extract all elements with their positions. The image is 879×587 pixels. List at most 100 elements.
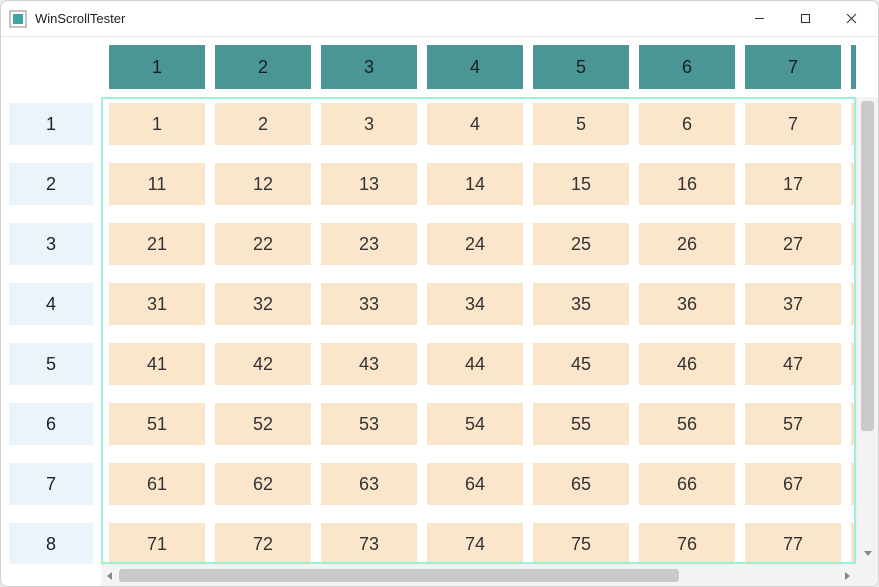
column-header[interactable]: 3 [321,45,417,89]
grid-cell[interactable]: 12 [215,163,311,205]
grid-cell[interactable]: 14 [427,163,523,205]
row-headers: 1 2 3 4 5 6 7 8 [1,97,101,564]
grid-cell[interactable]: 55 [533,403,629,445]
row-header[interactable]: 1 [9,103,93,145]
minimize-button[interactable] [736,4,782,34]
scrollbar-corner [856,564,878,586]
row-header[interactable]: 4 [9,283,93,325]
row-header[interactable]: 5 [9,343,93,385]
grid-cell[interactable]: 57 [745,403,841,445]
scroll-right-arrow-icon[interactable] [838,565,856,586]
table-row: 11 12 13 14 15 16 17 [109,163,848,205]
grid-body[interactable]: 1 2 3 4 5 6 7 11 12 13 14 15 [101,97,856,564]
column-header[interactable]: 2 [215,45,311,89]
grid-cell[interactable]: 43 [321,343,417,385]
table-row: 61 62 63 64 65 66 67 [109,463,848,505]
grid-cell[interactable]: 37 [745,283,841,325]
grid-cell[interactable]: 52 [215,403,311,445]
grid-cell[interactable]: 67 [745,463,841,505]
grid-cell[interactable]: 45 [533,343,629,385]
vertical-scroll-thumb[interactable] [861,101,874,431]
grid-cell[interactable]: 76 [639,523,735,564]
grid-cell[interactable]: 2 [215,103,311,145]
grid-cell[interactable]: 3 [321,103,417,145]
grid-cell[interactable]: 25 [533,223,629,265]
grid-cell[interactable]: 47 [745,343,841,385]
grid-cell[interactable]: 75 [533,523,629,564]
grid-cell[interactable]: 72 [215,523,311,564]
grid-cell[interactable]: 77 [745,523,841,564]
window-title: WinScrollTester [35,11,125,26]
vertical-scrollbar[interactable] [856,97,878,564]
grid-cell[interactable]: 61 [109,463,205,505]
grid-cell[interactable]: 6 [639,103,735,145]
scroll-left-arrow-icon[interactable] [101,565,119,586]
column-header[interactable]: 6 [639,45,735,89]
row-header[interactable]: 6 [9,403,93,445]
column-header[interactable]: 5 [533,45,629,89]
grid-cell[interactable]: 44 [427,343,523,385]
horizontal-scrollbar[interactable] [101,564,856,586]
table-row: 31 32 33 34 35 36 37 [109,283,848,325]
grid-cell[interactable]: 53 [321,403,417,445]
row-header[interactable]: 3 [9,223,93,265]
table-row: 51 52 53 54 55 56 57 [109,403,848,445]
grid-cell[interactable]: 7 [745,103,841,145]
grid-cell[interactable]: 1 [109,103,205,145]
window-buttons [736,4,874,34]
grid-cell[interactable]: 21 [109,223,205,265]
grid-cell[interactable]: 41 [109,343,205,385]
grid-cell[interactable]: 64 [427,463,523,505]
grid-cell[interactable]: 51 [109,403,205,445]
row-header[interactable]: 2 [9,163,93,205]
grid-cell[interactable]: 26 [639,223,735,265]
grid-cell[interactable]: 5 [533,103,629,145]
grid-cell[interactable]: 42 [215,343,311,385]
column-header[interactable]: 1 [109,45,205,89]
client-area: 1 2 3 4 5 6 7 1 2 3 4 5 6 7 8 [1,37,878,586]
grid-cell[interactable]: 34 [427,283,523,325]
row-header[interactable]: 8 [9,523,93,564]
grid-cell[interactable]: 16 [639,163,735,205]
grid-corner-bl [1,564,101,586]
grid-cell[interactable]: 46 [639,343,735,385]
grid-cell[interactable]: 73 [321,523,417,564]
grid-cell[interactable]: 13 [321,163,417,205]
grid-cell[interactable]: 4 [427,103,523,145]
grid-cell[interactable]: 22 [215,223,311,265]
column-header[interactable]: 4 [427,45,523,89]
close-button[interactable] [828,4,874,34]
grid-cell[interactable]: 31 [109,283,205,325]
table-row: 21 22 23 24 25 26 27 [109,223,848,265]
grid-cell[interactable]: 36 [639,283,735,325]
table-row: 1 2 3 4 5 6 7 [109,103,848,145]
grid-cell[interactable]: 56 [639,403,735,445]
grid-cell[interactable]: 11 [109,163,205,205]
grid-cell[interactable]: 65 [533,463,629,505]
grid-cell[interactable]: 71 [109,523,205,564]
grid-cell[interactable]: 17 [745,163,841,205]
grid-cell[interactable]: 54 [427,403,523,445]
table-row: 41 42 43 44 45 46 47 [109,343,848,385]
grid-cell[interactable]: 62 [215,463,311,505]
grid-cell[interactable]: 74 [427,523,523,564]
titlebar[interactable]: WinScrollTester [1,1,878,37]
app-window: WinScrollTester 1 2 3 4 5 6 7 [0,0,879,587]
grid-cell[interactable]: 33 [321,283,417,325]
grid-cell[interactable]: 63 [321,463,417,505]
column-headers: 1 2 3 4 5 6 7 [101,37,856,97]
maximize-button[interactable] [782,4,828,34]
row-header[interactable]: 7 [9,463,93,505]
grid-cell[interactable]: 15 [533,163,629,205]
horizontal-scroll-thumb[interactable] [119,569,679,582]
grid-cell[interactable]: 24 [427,223,523,265]
app-icon [9,10,27,28]
scroll-down-arrow-icon[interactable] [857,544,878,562]
grid-cell[interactable]: 66 [639,463,735,505]
grid-cell[interactable]: 23 [321,223,417,265]
grid-cell[interactable]: 35 [533,283,629,325]
grid-cell[interactable]: 32 [215,283,311,325]
grid-cell[interactable]: 27 [745,223,841,265]
column-header[interactable]: 7 [745,45,841,89]
grid-corner-tr [856,37,878,97]
